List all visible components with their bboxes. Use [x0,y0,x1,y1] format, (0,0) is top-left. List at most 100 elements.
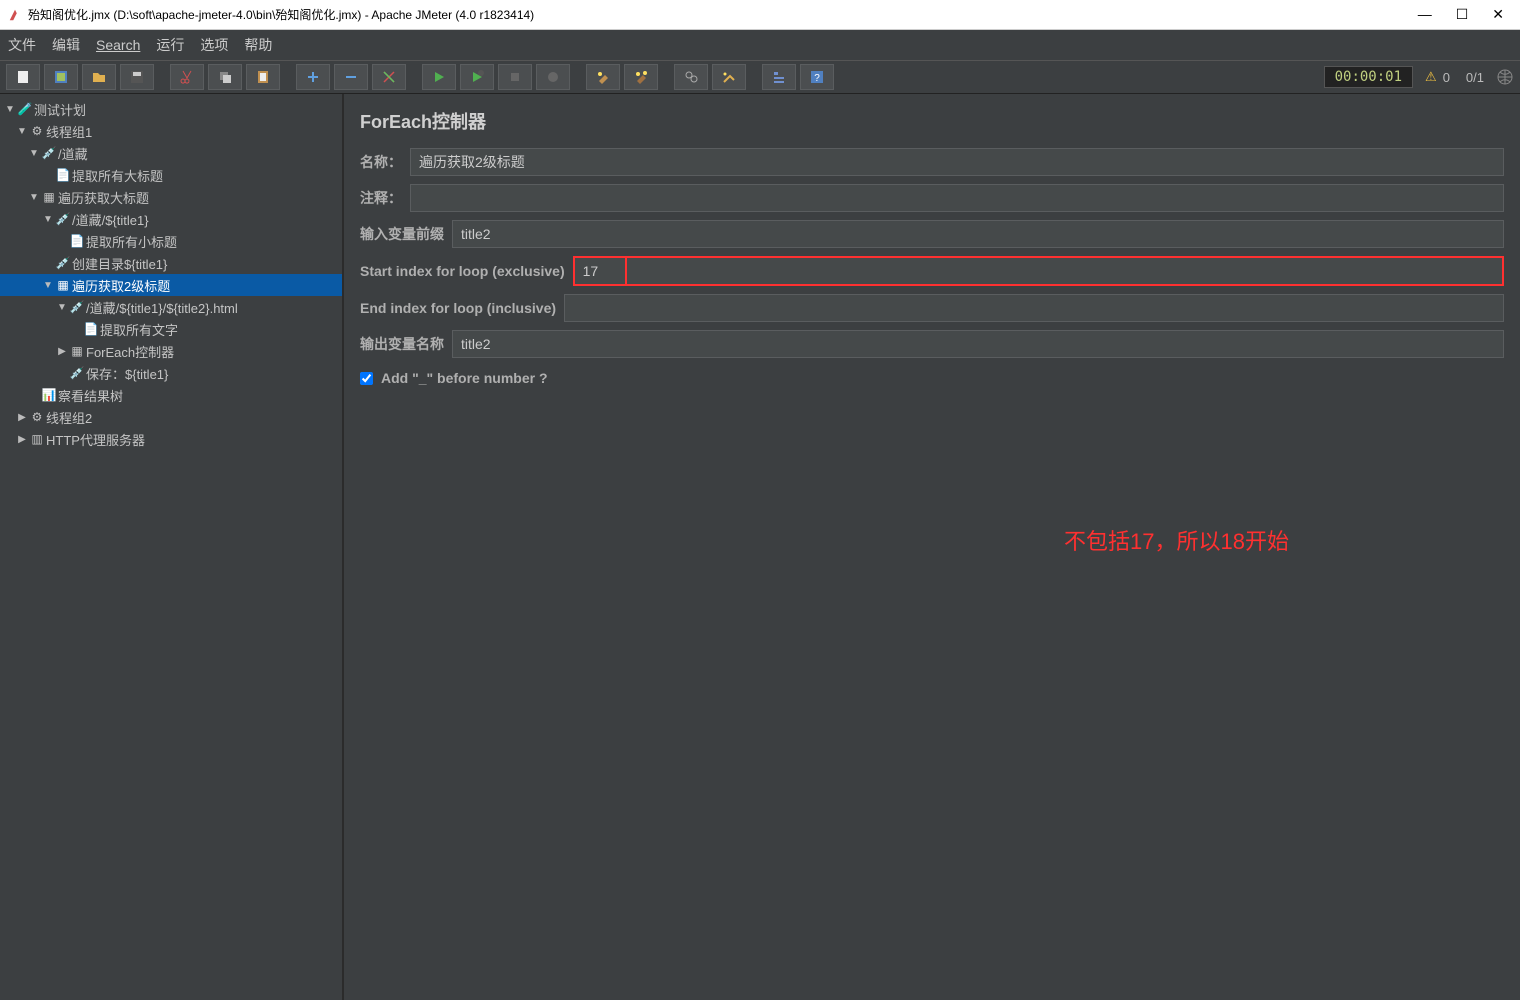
tree-beanshell[interactable]: 💉创建目录${title1} [0,252,342,274]
tree-http-sampler[interactable]: ▼💉/道藏/${title1} [0,208,342,230]
doc-icon: 📄 [82,322,100,336]
warning-icon: ⚠ [1425,69,1437,85]
tree-extractor[interactable]: 📄提取所有文字 [0,318,342,340]
tree-label: HTTP代理服务器 [46,430,145,449]
main-area: ▼🧪测试计划 ▼⚙线程组1 ▼💉/道藏 📄提取所有大标题 ▼▦遍历获取大标题 ▼… [0,94,1520,1000]
tree-extractor[interactable]: 📄提取所有大标题 [0,164,342,186]
end-index-row: End index for loop (inclusive) [360,294,1504,322]
stop-button[interactable] [498,64,532,90]
gear-icon: ⚙ [28,124,46,138]
tree-http-sampler[interactable]: ▼💉/道藏/${title1}/${title2}.html [0,296,342,318]
name-input[interactable] [410,148,1504,176]
tree-label: 创建目录${title1} [72,254,167,273]
copy-button[interactable] [208,64,242,90]
tree-foreach-3[interactable]: ▶▦ForEach控制器 [0,340,342,362]
underscore-checkbox[interactable] [360,372,373,385]
thread-count: 0/1 [1466,70,1484,85]
open-button[interactable] [82,64,116,90]
tree-foreach-2-selected[interactable]: ▼▦遍历获取2级标题 [0,274,342,296]
underscore-label: Add "_" before number ? [381,370,548,386]
search-button[interactable] [674,64,708,90]
tree-label: 提取所有文字 [100,320,178,339]
menu-file[interactable]: 文件 [8,35,36,55]
start-index-input[interactable] [573,256,627,286]
maximize-button[interactable]: ☐ [1456,6,1469,23]
minimize-button[interactable]: — [1418,6,1432,23]
shutdown-button[interactable] [536,64,570,90]
pipette-icon: 💉 [54,256,72,270]
controller-icon: ▦ [40,190,58,204]
toggle-button[interactable] [372,64,406,90]
tree-foreach-1[interactable]: ▼▦遍历获取大标题 [0,186,342,208]
tree-label: /道藏/${title1}/${title2}.html [86,298,238,317]
tree-label: 提取所有大标题 [72,166,163,185]
status-area: ⚠ 0 0/1 [1425,68,1514,86]
start-button[interactable] [422,64,456,90]
tree-extractor[interactable]: 📄提取所有小标题 [0,230,342,252]
titlebar: 殆知阁优化.jmx (D:\soft\apache-jmeter-4.0\bin… [0,0,1520,30]
tree-thread-group-2[interactable]: ▶⚙线程组2 [0,406,342,428]
expand-button[interactable] [296,64,330,90]
new-button[interactable] [6,64,40,90]
tree-test-plan[interactable]: ▼🧪测试计划 [0,98,342,120]
tree-label: 遍历获取大标题 [58,188,149,207]
window-controls: — ☐ ✕ [1418,6,1512,23]
comment-row: 注释： [360,184,1504,212]
comment-input[interactable] [410,184,1504,212]
warning-count: 0 [1443,70,1450,85]
comment-label: 注释： [360,188,402,208]
prefix-label: 输入变量前缀 [360,224,444,244]
reset-search-button[interactable] [712,64,746,90]
start-no-timers-button[interactable] [460,64,494,90]
toolbar: ? 00:00:01 ⚠ 0 0/1 [0,60,1520,94]
proxy-icon: ▥ [28,432,46,446]
annotation-text: 不包括17，所以18开始 [1064,524,1289,556]
menu-options[interactable]: 选项 [200,35,228,55]
doc-icon: 📄 [54,168,72,182]
output-var-input[interactable] [452,330,1504,358]
close-button[interactable]: ✕ [1492,6,1504,23]
start-index-label: Start index for loop (exclusive) [360,263,565,279]
clear-button[interactable] [586,64,620,90]
globe-icon [1496,68,1514,86]
tree-thread-group-1[interactable]: ▼⚙线程组1 [0,120,342,142]
tree-label: 提取所有小标题 [86,232,177,251]
collapse-button[interactable] [334,64,368,90]
svg-text:?: ? [814,73,820,84]
tree-label: 保存：${title1} [86,364,168,383]
chart-icon: 📊 [40,388,58,402]
tree-http-proxy[interactable]: ▶▥HTTP代理服务器 [0,428,342,450]
panel-heading: ForEach控制器 [360,108,1504,134]
menu-help[interactable]: 帮助 [244,35,272,55]
pipette-icon: 💉 [68,300,86,314]
clear-all-button[interactable] [624,64,658,90]
doc-icon: 📄 [68,234,86,248]
tree-label: 测试计划 [34,100,86,119]
prefix-row: 输入变量前缀 [360,220,1504,248]
tree-label: ForEach控制器 [86,342,174,361]
menu-run[interactable]: 运行 [156,35,184,55]
controller-icon: ▦ [54,278,72,292]
menu-search[interactable]: Search [96,37,140,53]
help-button[interactable]: ? [800,64,834,90]
tree-label: 线程组2 [46,408,92,427]
tree-label: 察看结果树 [58,386,123,405]
paste-button[interactable] [246,64,280,90]
function-helper-button[interactable] [762,64,796,90]
start-index-rest[interactable] [627,256,1504,286]
end-index-input[interactable] [564,294,1504,322]
tree-http-sampler[interactable]: ▼💉/道藏 [0,142,342,164]
gear-icon: ⚙ [28,410,46,424]
tree-label: /道藏 [58,144,88,163]
cut-button[interactable] [170,64,204,90]
prefix-input[interactable] [452,220,1504,248]
tree-label: /道藏/${title1} [72,210,149,229]
name-row: 名称： [360,148,1504,176]
tree-view-results[interactable]: 📊察看结果树 [0,384,342,406]
pipette-icon: 💉 [68,366,86,380]
save-button[interactable] [120,64,154,90]
templates-button[interactable] [44,64,78,90]
tree-save[interactable]: 💉保存：${title1} [0,362,342,384]
menu-edit[interactable]: 编辑 [52,35,80,55]
pipette-icon: 💉 [40,146,58,160]
